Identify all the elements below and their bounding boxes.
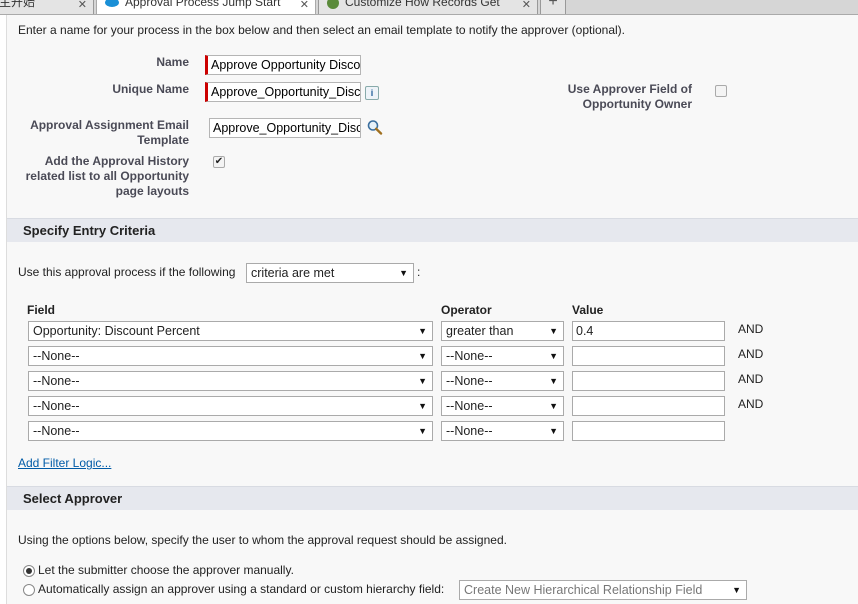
hierarchy-field-select[interactable]: Create New Hierarchical Relationship Fie… [459,580,747,600]
dropdown-arrow-icon: ▼ [418,426,427,436]
email-template-label: Approval Assignment Email Template [17,118,189,148]
criteria-value-input[interactable] [572,346,725,366]
dropdown-arrow-icon: ▼ [732,585,741,595]
use-approver-label-line-1: Use Approver Field of [567,82,692,96]
and-label: AND [738,372,764,386]
select-approver-section-header: Select Approver [7,486,858,510]
field-value: --None-- [33,374,80,388]
approval-history-checkbox[interactable]: ✔ [213,156,225,168]
page-content: Enter a name for your process in the box… [6,15,858,604]
criteria-value-input[interactable]: 0.4 [572,321,725,341]
tab-label: Customize How Records Get [345,0,500,9]
dropdown-arrow-icon: ▼ [549,376,558,386]
and-label: AND [738,347,764,361]
manual-approver-radio[interactable] [23,565,35,577]
auto-approver-radio[interactable] [23,584,35,596]
dropdown-arrow-icon: ▼ [399,268,408,278]
use-approver-field-label: Use Approver Field of Opportunity Owner [547,82,692,112]
info-icon[interactable]: i [365,86,379,100]
close-icon[interactable]: ✕ [78,0,87,12]
salesforce-cloud-icon [105,0,119,8]
dropdown-arrow-icon: ▼ [549,401,558,411]
criteria-operator-select[interactable]: --None-- ▼ [441,421,564,441]
approver-description: Using the options below, specify the use… [18,533,507,547]
close-icon[interactable]: ✕ [300,0,309,12]
history-label-line-2: related list to all Opportunity [25,169,189,183]
criteria-prefix-text: Use this approval process if the followi… [18,265,236,279]
field-column-header: Field [27,303,56,317]
add-filter-logic-link[interactable]: Add Filter Logic... [18,456,111,470]
tab-customize-records[interactable]: Customize How Records Get ✕ [318,0,538,14]
and-label: AND [738,397,764,411]
email-template-input[interactable]: Approve_Opportunity_Discount [209,118,361,138]
criteria-type-select[interactable]: criteria are met ▼ [246,263,414,283]
and-label: AND [738,322,764,336]
dropdown-arrow-icon: ▼ [549,426,558,436]
criteria-field-select[interactable]: --None-- ▼ [28,421,433,441]
operator-value: greater than [446,324,514,338]
dropdown-arrow-icon: ▼ [549,351,558,361]
approval-history-label: Add the Approval History related list to… [17,154,189,199]
operator-value: --None-- [446,399,493,413]
operator-value: --None-- [446,349,493,363]
criteria-field-select[interactable]: --None-- ▼ [28,346,433,366]
unique-name-label: Unique Name [112,82,189,96]
manual-approver-label: Let the submitter choose the approver ma… [38,563,294,577]
dropdown-arrow-icon: ▼ [418,351,427,361]
criteria-field-select[interactable]: --None-- ▼ [28,371,433,391]
use-approver-label-line-2: Opportunity Owner [582,97,692,111]
criteria-operator-select[interactable]: --None-- ▼ [441,396,564,416]
tab-start[interactable]: 主开始 ✕ [0,0,94,14]
criteria-type-value: criteria are met [251,266,335,280]
criteria-suffix-text: : [417,265,421,279]
globe-icon [327,0,339,9]
dropdown-arrow-icon: ▼ [418,376,427,386]
history-label-line-3: page layouts [115,184,189,198]
email-template-label-line-1: Approval Assignment Email [30,118,189,132]
field-value: --None-- [33,399,80,413]
browser-tab-bar: 主开始 ✕ Approval Process Jump Start ✕ Cust… [0,0,858,15]
email-template-label-line-2: Template [137,133,189,147]
use-approver-checkbox[interactable] [715,85,727,97]
dropdown-arrow-icon: ▼ [549,326,558,336]
close-icon[interactable]: ✕ [522,0,531,12]
operator-value: --None-- [446,424,493,438]
name-input[interactable]: Approve Opportunity Discount [205,55,361,75]
name-label: Name [156,55,189,69]
operator-value: --None-- [446,374,493,388]
entry-criteria-section-header: Specify Entry Criteria [7,218,858,242]
tab-label: Approval Process Jump Start [125,0,281,9]
criteria-operator-select[interactable]: --None-- ▼ [441,346,564,366]
tab-approval-process[interactable]: Approval Process Jump Start ✕ [96,0,316,14]
criteria-value-input[interactable] [572,421,725,441]
hierarchy-field-value: Create New Hierarchical Relationship Fie… [464,583,703,597]
dropdown-arrow-icon: ▼ [418,401,427,411]
tab-label: 主开始 [0,0,36,9]
value-column-header: Value [572,303,604,317]
criteria-operator-select[interactable]: --None-- ▼ [441,371,564,391]
criteria-operator-select[interactable]: greater than ▼ [441,321,564,341]
criteria-value-input[interactable] [572,371,725,391]
field-value: --None-- [33,424,80,438]
lookup-magnifier-icon[interactable] [366,119,384,135]
unique-name-input[interactable]: Approve_Opportunity_Discount [205,82,361,102]
history-label-line-1: Add the Approval History [44,154,189,168]
auto-approver-label: Automatically assign an approver using a… [38,582,445,596]
field-value: Opportunity: Discount Percent [33,324,200,338]
dropdown-arrow-icon: ▼ [418,326,427,336]
criteria-value-input[interactable] [572,396,725,416]
criteria-field-select[interactable]: Opportunity: Discount Percent ▼ [28,321,433,341]
operator-column-header: Operator [441,303,492,317]
criteria-field-select[interactable]: --None-- ▼ [28,396,433,416]
intro-text: Enter a name for your process in the box… [18,23,626,37]
new-tab-button[interactable]: + [540,0,566,14]
field-value: --None-- [33,349,80,363]
